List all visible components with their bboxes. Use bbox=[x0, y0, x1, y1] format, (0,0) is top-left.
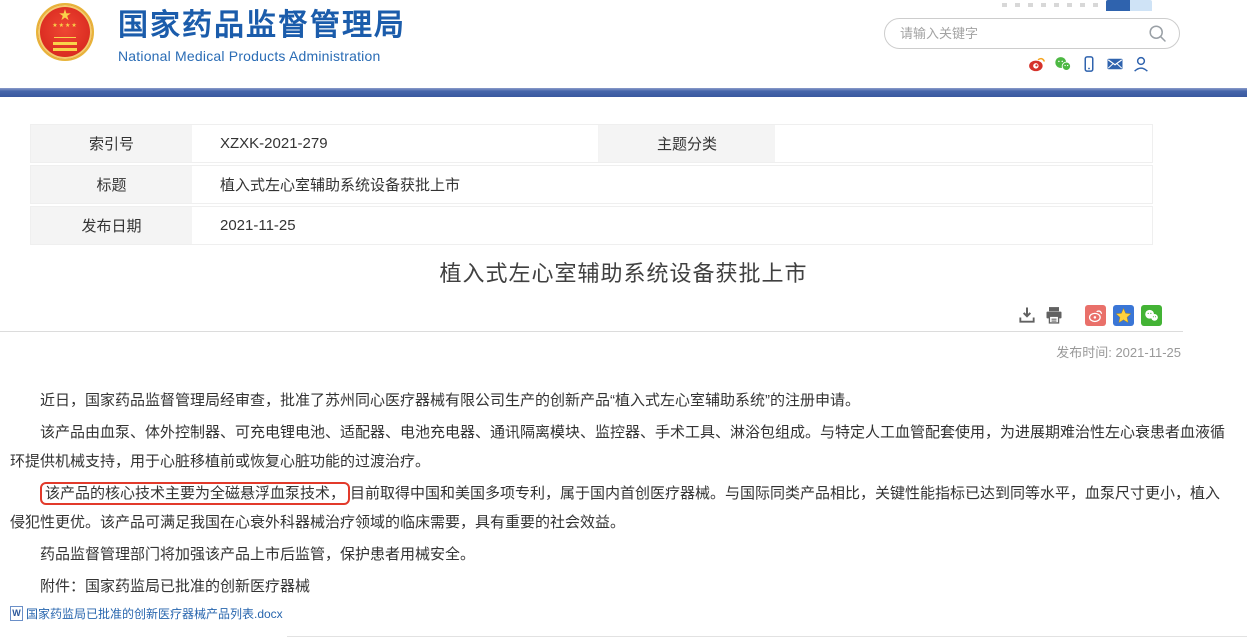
search-box bbox=[884, 18, 1180, 49]
publish-time: 发布时间: 2021-11-25 bbox=[0, 342, 1247, 361]
download-icon[interactable] bbox=[1017, 305, 1037, 325]
search-icon[interactable] bbox=[1148, 24, 1168, 44]
user-icon[interactable] bbox=[1132, 55, 1150, 73]
page: ★ ★★★★ 国家药品监督管理局 National Medical Produc… bbox=[0, 0, 1247, 639]
highlight-box: 该产品的核心技术主要为全磁悬浮血泵技术， bbox=[40, 482, 350, 505]
header-quick-icons bbox=[1028, 55, 1150, 73]
site-title-zh: 国家药品监督管理局 bbox=[118, 9, 406, 44]
print-icon[interactable] bbox=[1044, 305, 1064, 325]
search-input[interactable] bbox=[900, 26, 1148, 41]
paragraph: 药品监督管理部门将加强该产品上市后监管，保护患者用械安全。 bbox=[10, 540, 1233, 569]
document-meta-table: 索引号 XZXK-2021-279 主题分类 标题 植入式左心室辅助系统设备获批… bbox=[30, 124, 1153, 247]
attachment-row: 国家药监局已批准的创新医疗器械产品列表.docx bbox=[10, 605, 1247, 622]
meta-value-date: 2021-11-25 bbox=[192, 207, 1152, 244]
word-doc-icon bbox=[10, 606, 23, 621]
table-row: 索引号 XZXK-2021-279 主题分类 bbox=[30, 124, 1153, 163]
site-header: ★ ★★★★ 国家药品监督管理局 National Medical Produc… bbox=[0, 0, 1247, 88]
attachment-label: 附件：国家药监局已批准的创新医疗器械 bbox=[10, 572, 1233, 601]
meta-label-category: 主题分类 bbox=[599, 125, 775, 162]
site-title-block: 国家药品监督管理局 National Medical Products Admi… bbox=[118, 9, 406, 64]
meta-label-date: 发布日期 bbox=[31, 207, 192, 244]
paragraph: 近日，国家药品监督管理局经审查，批准了苏州同心医疗器械有限公司生产的创新产品“植… bbox=[10, 386, 1233, 415]
table-row: 发布日期 2021-11-25 bbox=[30, 206, 1153, 245]
clipped-topbar bbox=[1002, 0, 1152, 11]
meta-value-category bbox=[775, 125, 1152, 162]
mail-icon[interactable] bbox=[1106, 55, 1124, 73]
publish-time-value: 2021-11-25 bbox=[1115, 345, 1181, 360]
article-body: 近日，国家药品监督管理局经审查，批准了苏州同心医疗器械有限公司生产的创新产品“植… bbox=[10, 386, 1233, 601]
clipped-toggle-inactive[interactable] bbox=[1130, 0, 1152, 11]
toolbar-divider bbox=[0, 331, 1183, 332]
national-emblem-icon: ★ ★★★★ bbox=[36, 3, 94, 61]
site-title-en: National Medical Products Administration bbox=[118, 48, 406, 64]
clipped-topbar-text bbox=[1002, 3, 1100, 7]
header-divider-bar bbox=[0, 88, 1247, 97]
mobile-icon[interactable] bbox=[1080, 55, 1098, 73]
share-qzone-icon[interactable] bbox=[1113, 305, 1134, 326]
paragraph: 该产品由血泵、体外控制器、可充电锂电池、适配器、电池充电器、通讯隔离模块、监控器… bbox=[10, 418, 1233, 476]
meta-value-index: XZXK-2021-279 bbox=[192, 125, 599, 162]
footer-top-border bbox=[287, 636, 1247, 637]
weibo-icon[interactable] bbox=[1028, 55, 1046, 73]
article-title: 植入式左心室辅助系统设备获批上市 bbox=[0, 256, 1247, 288]
share-weibo-icon[interactable] bbox=[1085, 305, 1106, 326]
attachment-link[interactable]: 国家药监局已批准的创新医疗器械产品列表.docx bbox=[26, 605, 283, 622]
meta-label-title: 标题 bbox=[31, 166, 192, 203]
share-wechat-icon[interactable] bbox=[1141, 305, 1162, 326]
meta-value-title: 植入式左心室辅助系统设备获批上市 bbox=[192, 166, 1152, 203]
wechat-icon[interactable] bbox=[1054, 55, 1072, 73]
paragraph: 该产品的核心技术主要为全磁悬浮血泵技术，目前取得中国和美国多项专利，属于国内首创… bbox=[10, 479, 1233, 537]
article: 植入式左心室辅助系统设备获批上市 bbox=[0, 256, 1247, 622]
clipped-toggle-active[interactable] bbox=[1106, 0, 1130, 11]
publish-time-label: 发布时间: bbox=[1056, 345, 1112, 360]
meta-label-index: 索引号 bbox=[31, 125, 192, 162]
table-row: 标题 植入式左心室辅助系统设备获批上市 bbox=[30, 165, 1153, 204]
article-toolbar bbox=[0, 304, 1247, 326]
